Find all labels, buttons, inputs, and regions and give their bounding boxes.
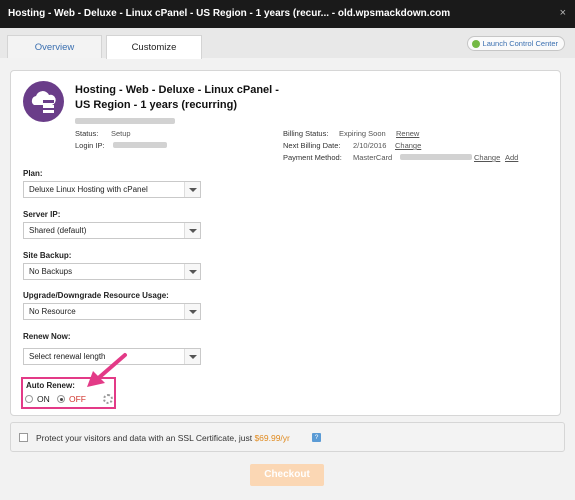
payment-add-link[interactable]: Add [505, 153, 518, 162]
chevron-down-icon [184, 349, 200, 364]
launch-control-center-button[interactable]: Launch Control Center [466, 36, 565, 51]
next-billing-label: Next Billing Date: [283, 141, 341, 150]
tab-customize[interactable]: Customize [106, 35, 202, 59]
upgrade-select[interactable]: No Resource [23, 303, 201, 320]
auto-renew-on-radio[interactable] [25, 395, 33, 403]
product-title: Hosting - Web - Deluxe - Linux cPanel - … [75, 83, 305, 113]
product-title-line1: Hosting - Web - Deluxe - Linux cPanel - [75, 84, 279, 96]
redacted-card [400, 154, 472, 160]
login-ip-label: Login IP: [75, 141, 105, 150]
window-title: Hosting - Web - Deluxe - Linux cPanel - … [8, 8, 451, 19]
product-title-line2: US Region - 1 years (recurring) [75, 99, 237, 111]
payment-label: Payment Method: [283, 153, 342, 162]
hosting-cloud-icon [23, 81, 64, 122]
auto-renew-off-label: OFF [69, 394, 86, 404]
redacted-domain [75, 118, 175, 124]
redacted-ip [113, 142, 167, 148]
auto-renew-off-radio[interactable] [57, 395, 65, 403]
chevron-down-icon [184, 264, 200, 279]
ssl-text-body: Protect your visitors and data with an S… [36, 433, 253, 443]
window-titlebar: Hosting - Web - Deluxe - Linux cPanel - … [0, 0, 575, 28]
site-backup-select[interactable]: No Backups [23, 263, 201, 280]
status-value: Setup [111, 129, 131, 138]
auto-renew-label: Auto Renew: [26, 381, 75, 390]
close-icon[interactable]: × [560, 7, 566, 19]
payment-change-link[interactable]: Change [474, 153, 500, 162]
ssl-upsell: Protect your visitors and data with an S… [10, 422, 565, 452]
ssl-checkbox[interactable] [19, 433, 28, 442]
plan-select[interactable]: Deluxe Linux Hosting with cPanel [23, 181, 201, 198]
product-card: Hosting - Web - Deluxe - Linux cPanel - … [10, 70, 561, 416]
server-ip-select[interactable]: Shared (default) [23, 222, 201, 239]
ssl-price: $69.99/yr [254, 433, 290, 443]
upgrade-label: Upgrade/Downgrade Resource Usage: [23, 291, 169, 300]
tab-overview[interactable]: Overview [7, 35, 102, 58]
launch-button-label: Launch Control Center [482, 39, 558, 48]
server-ip-label: Server IP: [23, 210, 61, 219]
server-ip-value: Shared (default) [29, 226, 87, 235]
chevron-down-icon [184, 182, 200, 197]
chevron-down-icon [184, 304, 200, 319]
loading-spinner-icon [103, 394, 113, 404]
renew-link[interactable]: Renew [396, 129, 419, 138]
launch-icon [471, 40, 480, 48]
billing-status-value: Expiring Soon [339, 129, 386, 138]
tab-bar: Overview Customize Launch Control Center [0, 28, 575, 59]
site-backup-label: Site Backup: [23, 251, 72, 260]
change-date-link[interactable]: Change [395, 141, 421, 150]
plan-label: Plan: [23, 169, 43, 178]
chevron-down-icon [184, 223, 200, 238]
ssl-text: Protect your visitors and data with an S… [36, 433, 290, 443]
checkout-button[interactable]: Checkout [250, 464, 324, 486]
auto-renew-group: Auto Renew: ON OFF [21, 377, 116, 409]
site-backup-value: No Backups [29, 267, 73, 276]
auto-renew-on-label: ON [37, 394, 50, 404]
plan-value: Deluxe Linux Hosting with cPanel [29, 185, 148, 194]
renew-now-label: Renew Now: [23, 332, 71, 341]
status-label: Status: [75, 129, 99, 138]
help-icon[interactable]: ? [312, 433, 321, 442]
billing-status-label: Billing Status: [283, 129, 329, 138]
upgrade-value: No Resource [29, 307, 76, 316]
next-billing-value: 2/10/2016 [353, 141, 387, 150]
payment-value: MasterCard [353, 153, 393, 162]
